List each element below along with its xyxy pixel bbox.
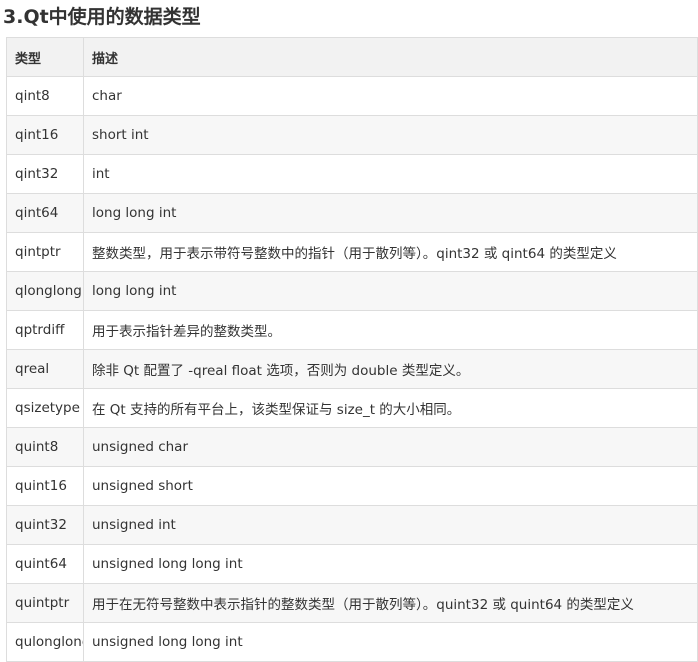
description-cell: unsigned long long int bbox=[83, 544, 698, 584]
type-cell: quint8 bbox=[6, 427, 84, 467]
description-cell: unsigned short bbox=[83, 466, 698, 506]
description-cell: 用于在无符号整数中表示指针的整数类型（用于散列等）。quint32 或 quin… bbox=[83, 583, 698, 623]
type-cell: qsizetype bbox=[6, 388, 84, 428]
table-row: qint16 short int bbox=[6, 115, 698, 155]
type-cell: qint16 bbox=[6, 115, 84, 155]
header-description: 描述 bbox=[83, 37, 698, 77]
table-row: qptrdiff 用于表示指针差异的整数类型。 bbox=[6, 310, 698, 350]
table-row: qsizetype 在 Qt 支持的所有平台上，该类型保证与 size_t 的大… bbox=[6, 388, 698, 428]
type-cell: quint32 bbox=[6, 505, 84, 545]
type-cell: quint64 bbox=[6, 544, 84, 584]
description-cell: 用于表示指针差异的整数类型。 bbox=[83, 310, 698, 350]
description-cell: 除非 Qt 配置了 -qreal float 选项，否则为 double 类型定… bbox=[83, 349, 698, 389]
description-cell: unsigned long long int bbox=[83, 622, 698, 662]
description-cell: unsigned char bbox=[83, 427, 698, 467]
type-cell: qint64 bbox=[6, 193, 84, 233]
table-row: qreal 除非 Qt 配置了 -qreal float 选项，否则为 doub… bbox=[6, 349, 698, 389]
description-cell: long long int bbox=[83, 193, 698, 233]
table-row: qintptr 整数类型，用于表示带符号整数中的指针（用于散列等）。qint32… bbox=[6, 232, 698, 272]
data-types-table: 类型 描述 qint8 char qint16 short int qint32… bbox=[6, 37, 698, 662]
table-row: quint64 unsigned long long int bbox=[6, 544, 698, 584]
header-type: 类型 bbox=[6, 37, 84, 77]
table-row: qlonglong long long int bbox=[6, 271, 698, 311]
table-row: quint8 unsigned char bbox=[6, 427, 698, 467]
type-cell: quintptr bbox=[6, 583, 84, 623]
table-row: quint16 unsigned short bbox=[6, 466, 698, 506]
description-cell: long long int bbox=[83, 271, 698, 311]
type-cell: qint32 bbox=[6, 154, 84, 194]
table-row: qulonglong unsigned long long int bbox=[6, 622, 698, 662]
description-cell: 在 Qt 支持的所有平台上，该类型保证与 size_t 的大小相同。 bbox=[83, 388, 698, 428]
type-cell: qintptr bbox=[6, 232, 84, 272]
type-cell: qptrdiff bbox=[6, 310, 84, 350]
table-row: qint8 char bbox=[6, 76, 698, 116]
type-cell: qulonglong bbox=[6, 622, 84, 662]
type-cell: quint16 bbox=[6, 466, 84, 506]
description-cell: short int bbox=[83, 115, 698, 155]
table-row: quintptr 用于在无符号整数中表示指针的整数类型（用于散列等）。quint… bbox=[6, 583, 698, 623]
section-heading: 3.Qt中使用的数据类型 bbox=[3, 6, 201, 28]
table-row: qint64 long long int bbox=[6, 193, 698, 233]
table-row: qint32 int bbox=[6, 154, 698, 194]
table-header-row: 类型 描述 bbox=[6, 37, 698, 77]
type-cell: qlonglong bbox=[6, 271, 84, 311]
description-cell: int bbox=[83, 154, 698, 194]
description-cell: 整数类型，用于表示带符号整数中的指针（用于散列等）。qint32 或 qint6… bbox=[83, 232, 698, 272]
description-cell: char bbox=[83, 76, 698, 116]
type-cell: qint8 bbox=[6, 76, 84, 116]
type-cell: qreal bbox=[6, 349, 84, 389]
table-row: quint32 unsigned int bbox=[6, 505, 698, 545]
description-cell: unsigned int bbox=[83, 505, 698, 545]
